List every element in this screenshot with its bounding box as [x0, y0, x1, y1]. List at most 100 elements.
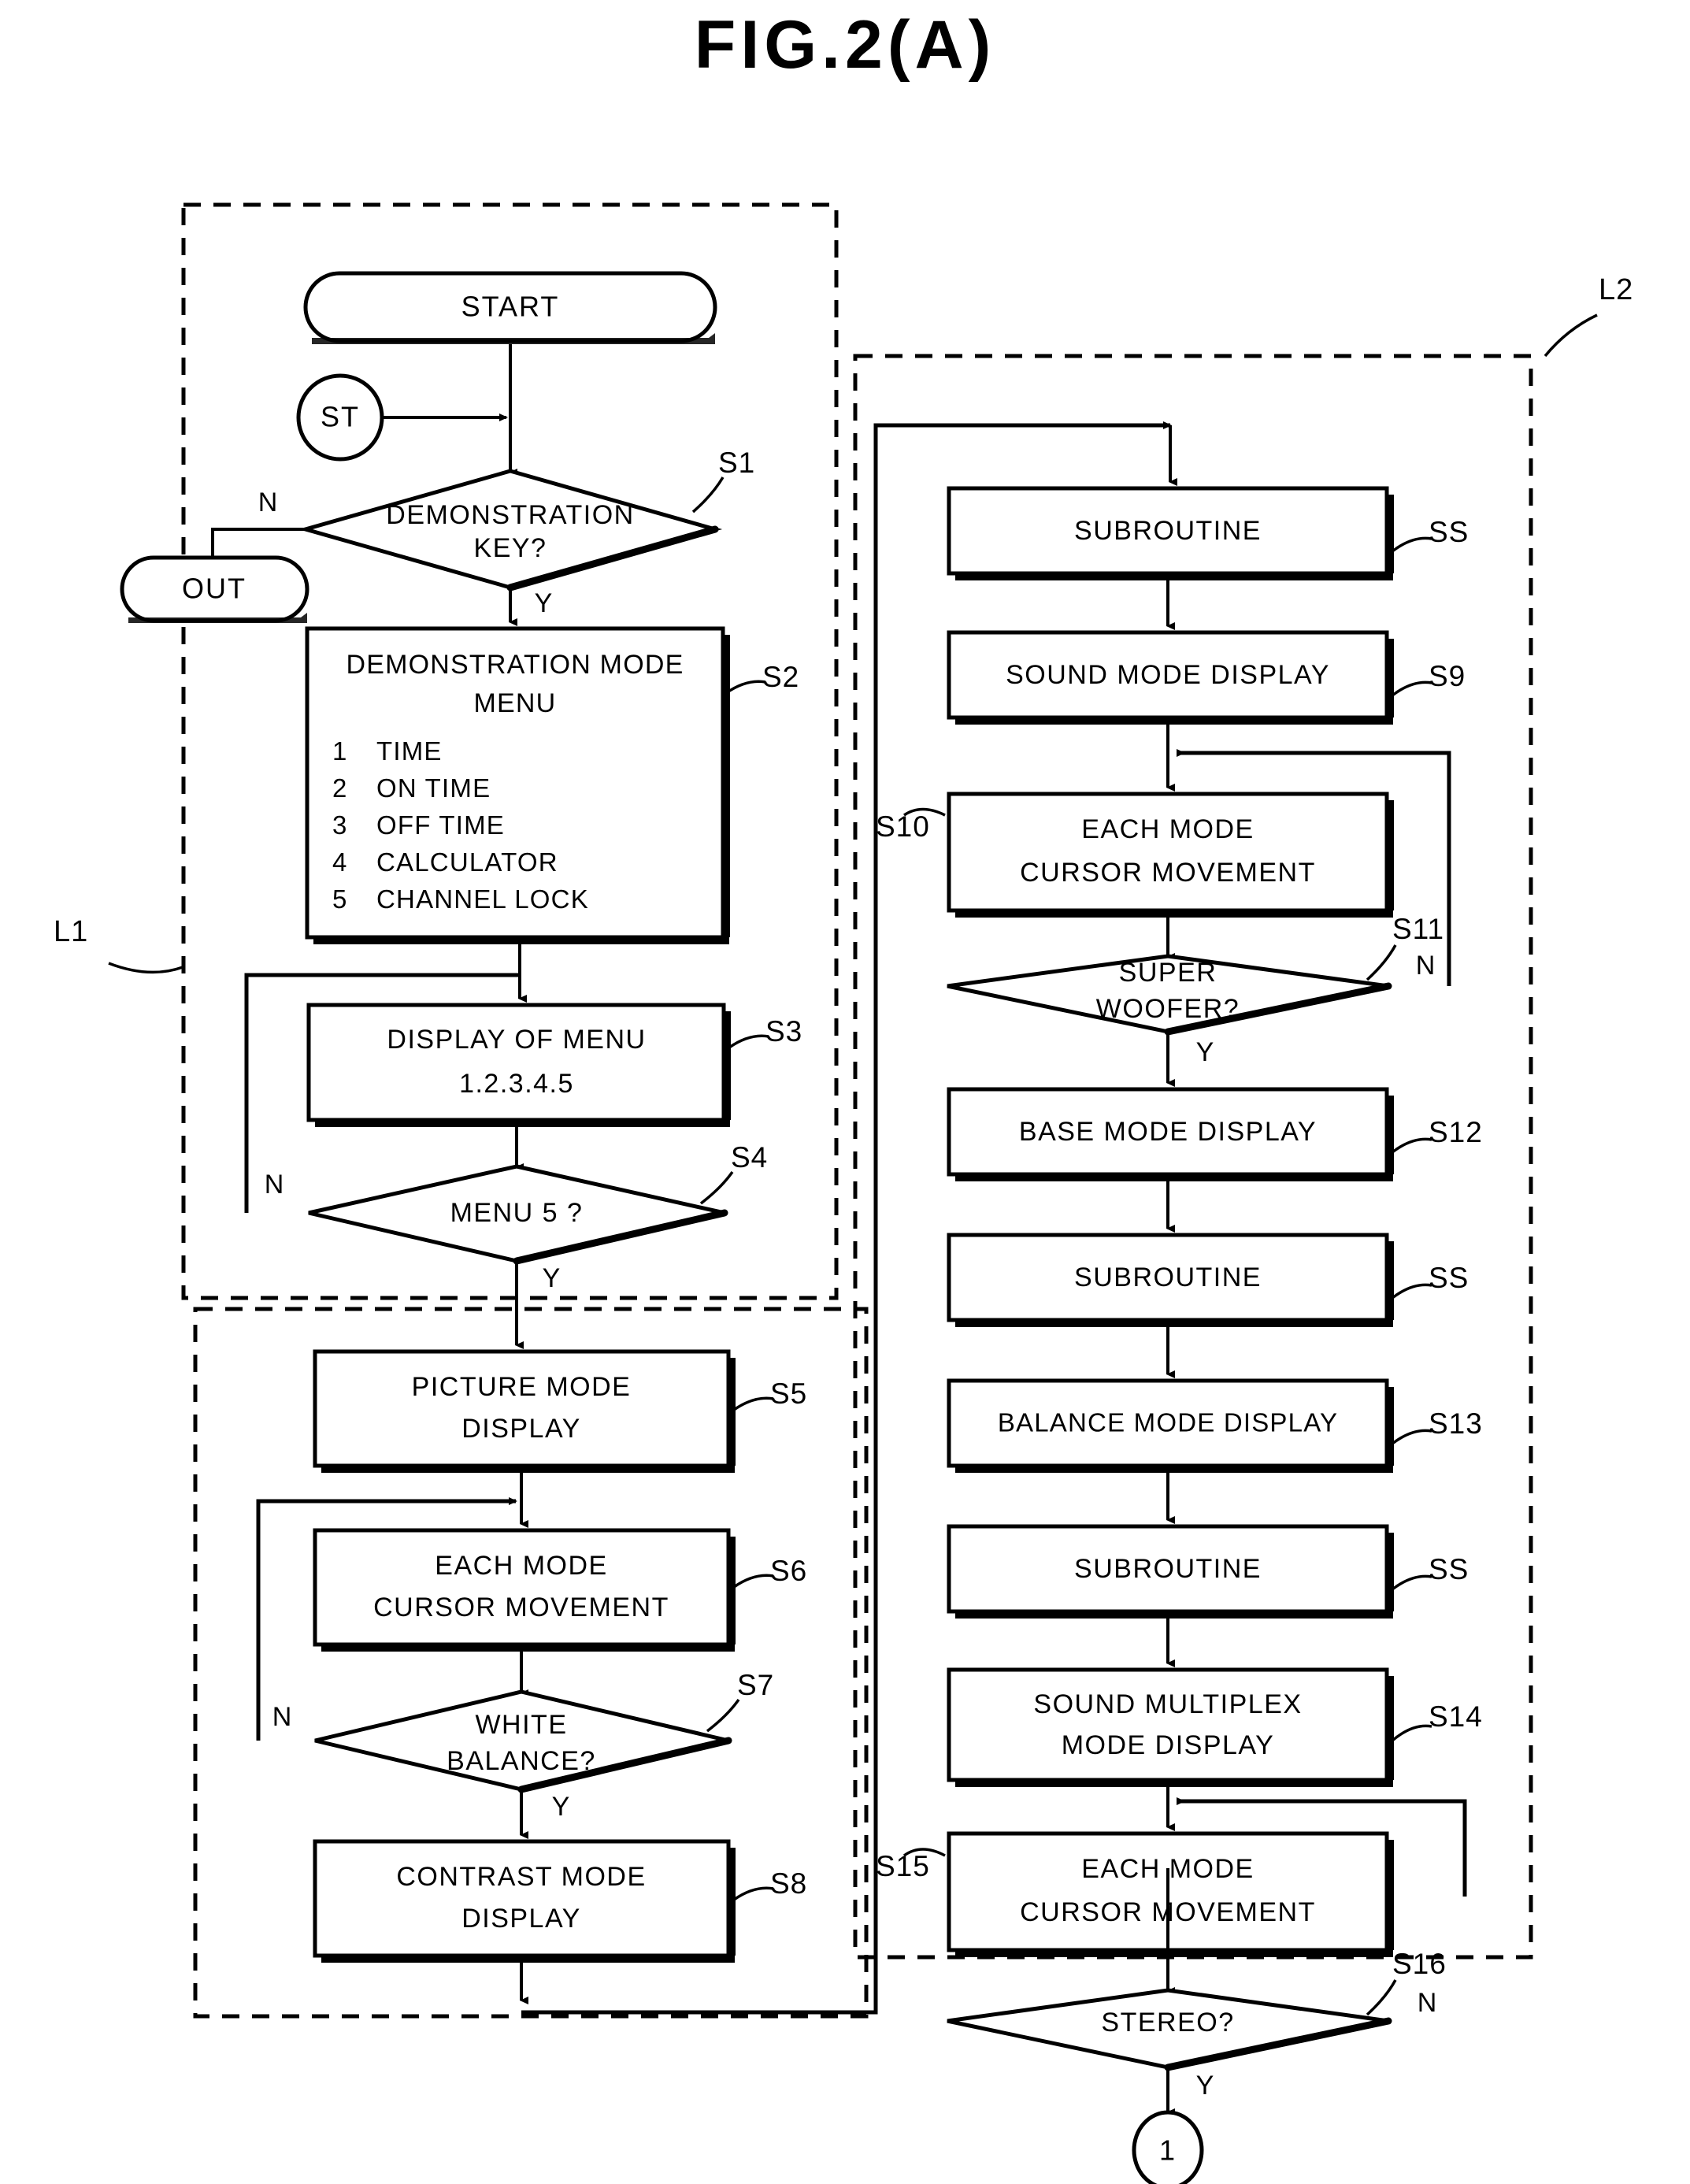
step-tag-s2-text: S2 — [762, 661, 799, 693]
branch-label-s1-no: N — [258, 488, 278, 517]
node-s3-line1: DISPLAY OF MENU — [387, 1025, 646, 1055]
node-s14-box: SOUND MULTIPLEX MODE DISPLAY — [947, 1667, 1394, 1787]
node-s14-line1: SOUND MULTIPLEX — [1033, 1689, 1302, 1719]
node-s2-item-text-5: CHANNEL LOCK — [376, 884, 589, 914]
node-bottom-connector-label: 1 — [1159, 2134, 1177, 2167]
step-tag-s14: S14 — [1391, 1700, 1483, 1742]
node-s11-line2: WOOFER? — [1096, 994, 1240, 1024]
step-tag-ss2-text: SS — [1429, 1262, 1469, 1294]
step-tag-ss1-text: SS — [1429, 516, 1469, 548]
node-ss1-box: SUBROUTINE — [947, 486, 1394, 580]
branch-label-s16-yes: Y — [1196, 2071, 1214, 2101]
branch-label-s4-no: N — [265, 1170, 284, 1200]
node-s5-line1: PICTURE MODE — [412, 1372, 632, 1402]
node-ss2-line1: SUBROUTINE — [1074, 1263, 1262, 1292]
step-tag-s6-text: S6 — [770, 1555, 807, 1587]
step-tag-s16-text: S16 — [1392, 1948, 1447, 1980]
step-tag-s5-text: S5 — [770, 1378, 807, 1410]
group-label-L1-text: L1 — [54, 915, 88, 948]
node-s2-item-text-2: ON TIME — [376, 773, 491, 803]
node-s7-line1: WHITE — [475, 1710, 567, 1740]
node-st-connector: ST — [296, 373, 384, 462]
node-s5-box: PICTURE MODE DISPLAY — [313, 1349, 736, 1473]
step-tag-s10-text: S10 — [876, 810, 930, 843]
step-tag-s7-text: S7 — [737, 1669, 774, 1701]
branch-label-s7-yes: Y — [552, 1792, 570, 1822]
step-tag-s14-text: S14 — [1429, 1700, 1483, 1733]
node-s6-box: EACH MODE CURSOR MOVEMENT — [313, 1528, 736, 1652]
branch-label-s16-no: N — [1418, 1988, 1437, 2018]
step-tag-s8: S8 — [733, 1867, 807, 1901]
node-out: OUT — [120, 555, 309, 623]
node-start: START — [303, 271, 717, 344]
node-s4-decision: MENU 5 ? — [308, 1164, 728, 1265]
step-tag-s15: S15 — [876, 1848, 946, 1882]
branch-label-s4-yes: Y — [543, 1263, 561, 1293]
step-tag-s15-text: S15 — [876, 1850, 930, 1882]
node-s2-item-text-3: OFF TIME — [376, 810, 505, 840]
branch-label-s7-no: N — [272, 1702, 292, 1732]
node-ss1-line1: SUBROUTINE — [1074, 516, 1262, 546]
branch-label-s1-yes: Y — [535, 588, 553, 618]
step-tag-s12-text: S12 — [1429, 1116, 1483, 1148]
node-s16-line1: STEREO? — [1101, 2008, 1234, 2038]
step-tag-ss3-text: SS — [1429, 1553, 1469, 1585]
node-start-label: START — [461, 291, 560, 323]
node-s13-box: BALANCE MODE DISPLAY — [947, 1378, 1394, 1473]
branch-label-s11-yes: Y — [1196, 1037, 1214, 1067]
step-tag-ss1: SS — [1391, 516, 1469, 553]
node-s2-item-text-1: TIME — [376, 736, 443, 766]
node-s10-line1: EACH MODE — [1081, 814, 1254, 844]
figure-root: FIG.2(A) L1 L2 START ST DEMONSTRATION KE… — [0, 0, 1690, 2184]
node-s2-item-num-2: 2 — [332, 773, 347, 803]
node-ss3-line1: SUBROUTINE — [1074, 1554, 1262, 1584]
node-s2-heading-2: MENU — [474, 688, 557, 718]
node-s6-line1: EACH MODE — [435, 1551, 607, 1581]
node-s10-box: EACH MODE CURSOR MOVEMENT — [947, 792, 1394, 918]
node-s13-line1: BALANCE MODE DISPLAY — [998, 1408, 1338, 1437]
node-s11-line1: SUPER — [1119, 958, 1217, 988]
node-s11-decision: SUPER WOOFER? — [947, 954, 1392, 1036]
node-s2-menu-box: DEMONSTRATION MODE MENU 1 TIME 2 ON TIME… — [305, 626, 730, 944]
node-s7-line2: BALANCE? — [447, 1746, 596, 1776]
node-s5-line2: DISPLAY — [461, 1414, 581, 1444]
node-s16-decision: STEREO? — [947, 1988, 1392, 2071]
group-label-L2-text: L2 — [1599, 273, 1633, 306]
node-s8-box: CONTRAST MODE DISPLAY — [313, 1839, 736, 1963]
node-s15-box: EACH MODE CURSOR MOVEMENT — [947, 1831, 1394, 1957]
step-tag-s7: S7 — [706, 1669, 774, 1733]
node-s9-box: SOUND MODE DISPLAY — [947, 630, 1394, 725]
node-s2-heading-1: DEMONSTRATION MODE — [347, 650, 684, 680]
node-s8-line2: DISPLAY — [461, 1904, 581, 1934]
step-tag-s3: S3 — [728, 1015, 802, 1049]
flowchart-canvas: L1 L2 START ST DEMONSTRATION KEY? S1 N Y… — [54, 202, 1633, 2184]
node-s1-line2: KEY? — [474, 533, 547, 563]
node-s2-item-text-4: CALCULATOR — [376, 847, 558, 877]
node-s4-line1: MENU 5 ? — [450, 1198, 584, 1228]
step-tag-s9: S9 — [1391, 660, 1466, 697]
step-tag-s2: S2 — [725, 661, 799, 695]
step-tag-s9-text: S9 — [1429, 660, 1466, 692]
step-tag-s8-text: S8 — [770, 1867, 807, 1900]
node-out-label: OUT — [182, 573, 246, 605]
step-tag-s13: S13 — [1391, 1407, 1482, 1445]
step-tag-s6: S6 — [733, 1555, 807, 1589]
group-label-L1: L1 — [54, 915, 183, 974]
node-s2-item-num-4: 4 — [332, 847, 347, 877]
node-s1-line1: DEMONSTRATION — [386, 500, 634, 530]
step-tag-s1: S1 — [691, 447, 754, 514]
node-st-label: ST — [321, 401, 360, 433]
step-tag-s10: S10 — [876, 807, 946, 843]
step-tag-s3-text: S3 — [765, 1015, 802, 1048]
node-ss3-box: SUBROUTINE — [947, 1524, 1394, 1619]
node-s3-line2: 1.2.3.4.5 — [459, 1069, 574, 1099]
step-tag-s4: S4 — [699, 1141, 768, 1205]
node-s2-item-num-3: 3 — [332, 810, 347, 840]
node-ss2-box: SUBROUTINE — [947, 1233, 1394, 1327]
step-tag-s12: S12 — [1391, 1116, 1483, 1154]
step-tag-ss3: SS — [1391, 1553, 1469, 1591]
node-s2-item-num-5: 5 — [332, 884, 347, 914]
node-bottom-connector: 1 — [1132, 2110, 1204, 2184]
step-tag-s4-text: S4 — [731, 1141, 768, 1174]
node-s7-decision: WHITE BALANCE? — [314, 1689, 732, 1793]
